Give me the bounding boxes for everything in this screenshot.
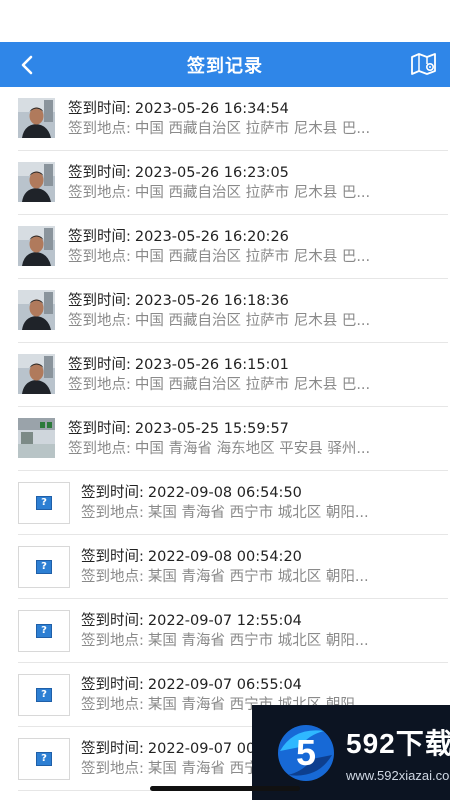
photo-thumbnail[interactable] — [18, 290, 55, 330]
time-value: 2023-05-26 16:18:36 — [134, 293, 289, 309]
place-label: 签到地点: — [81, 633, 144, 649]
page-title: 签到记录 — [187, 55, 263, 77]
checkin-time: 签到时间: 2023-05-26 16:34:54 — [68, 99, 448, 119]
map-pin-icon — [411, 53, 436, 75]
brand-name: 592下载 — [346, 728, 450, 759]
checkin-time: 签到时间: 2022-09-07 06:55:04 — [81, 675, 448, 695]
list-item[interactable]: 签到时间: 2023-05-26 16:20:26 签到地点: 中国 西藏自治区 拉萨… — [18, 215, 448, 279]
place-label: 签到地点: — [81, 761, 144, 777]
time-label: 签到时间: — [68, 293, 131, 309]
place-value: 中国 西藏自治区 拉萨市 尼木县 巴... — [134, 313, 371, 329]
place-value: 中国 西藏自治区 拉萨市 尼木县 巴... — [134, 121, 371, 137]
brand-logo: 5 — [274, 721, 338, 785]
checkin-place: 签到地点:某国 青海省 西宁市 城北区 朝阳... — [81, 503, 448, 523]
place-value: 某国 青海省 西宁市 城北区 朝阳... — [147, 505, 369, 521]
missing-image-icon: ? — [18, 610, 70, 652]
place-value: 中国 西藏自治区 拉萨市 尼木县 巴... — [134, 249, 371, 265]
place-label: 签到地点: — [68, 313, 131, 329]
photo-thumbnail[interactable] — [18, 226, 55, 266]
checkin-time: 签到时间: 2023-05-25 15:59:57 — [68, 419, 448, 439]
place-label: 签到地点: — [81, 505, 144, 521]
place-value: 中国 西藏自治区 拉萨市 尼木县 巴... — [134, 377, 371, 393]
place-value: 中国 青海省 海东地区 平安县 驿州... — [134, 441, 371, 457]
time-label: 签到时间: — [81, 613, 144, 629]
time-label: 签到时间: — [68, 421, 131, 437]
photo-thumbnail[interactable] — [18, 162, 55, 202]
checkin-place: 签到地点: 中国 西藏自治区 拉萨市 尼木县 巴... — [68, 183, 448, 203]
place-label: 签到地点: — [68, 377, 131, 393]
time-label: 签到时间: — [81, 741, 144, 757]
map-button[interactable] — [410, 51, 438, 77]
missing-image-icon: ? — [18, 546, 70, 588]
list-item[interactable]: 签到时间: 2023-05-26 16:34:54 签到地点: 中国 西藏自治区 拉萨… — [18, 87, 448, 151]
list-item[interactable]: ? 签到时间: 2022-09-08 00:54:20 签到地点: 某国 青海省 西宁市… — [18, 535, 448, 599]
time-value: 2022-09-08 00:54:20 — [147, 549, 302, 565]
time-label: 签到时间: — [81, 485, 144, 501]
checkin-place: 签到地点:某国 青海省 西宁市 城北区 朝阳... — [81, 567, 448, 587]
time-value: 2022-09-07 12:55:04 — [147, 613, 302, 629]
time-value: 2023-05-26 16:20:26 — [134, 229, 289, 245]
time-label: 签到时间: — [68, 229, 131, 245]
chevron-left-icon — [21, 55, 33, 75]
checkin-place: 签到地点:某国 青海省 西宁市 城北区 朝阳... — [81, 631, 448, 651]
back-button[interactable] — [14, 52, 40, 78]
time-label: 签到时间: — [81, 677, 144, 693]
nav-bar: 签到记录 — [0, 42, 450, 87]
place-label: 签到地点: — [68, 121, 131, 137]
photo-thumbnail[interactable] — [18, 418, 55, 458]
checkin-time: 签到时间: 2023-05-26 16:18:36 — [68, 291, 448, 311]
missing-image-icon: ? — [18, 482, 70, 524]
home-indicator — [150, 786, 300, 791]
checkin-time: 签到时间: 2022-09-08 06:54:50 — [81, 483, 448, 503]
list-item[interactable]: 签到时间: 2023-05-26 16:23:05 签到地点: 中国 西藏自治区 拉萨… — [18, 151, 448, 215]
list-item[interactable]: ? 签到时间: 2022-09-07 12:55:04 签到地点: 某国 青海省 西宁市… — [18, 599, 448, 663]
checkin-time: 签到时间: 2022-09-08 00:54:20 — [81, 547, 448, 567]
checkin-time: 签到时间: 2023-05-26 16:20:26 — [68, 227, 448, 247]
checkin-time: 签到时间: 2022-09-07 12:55:04 — [81, 611, 448, 631]
place-value: 某国 青海省 西宁市 城北区 朝阳... — [147, 569, 369, 585]
time-label: 签到时间: — [68, 165, 131, 181]
list-item[interactable]: ? 签到时间: 2022-09-08 06:54:50 签到地点: 某国 青海省 西宁市… — [18, 471, 448, 535]
time-value: 2023-05-26 16:15:01 — [134, 357, 289, 373]
photo-thumbnail[interactable] — [18, 354, 55, 394]
checkin-place: 签到地点: 中国 西藏自治区 拉萨市 尼木县 巴... — [68, 375, 448, 395]
missing-image-icon: ? — [18, 674, 70, 716]
checkin-time: 签到时间: 2023-05-26 16:15:01 — [68, 355, 448, 375]
checkin-time: 签到时间: 2023-05-26 16:23:05 — [68, 163, 448, 183]
place-label: 签到地点: — [81, 697, 144, 713]
place-label: 签到地点: — [81, 569, 144, 585]
time-label: 签到时间: — [68, 101, 131, 117]
brand-logo-glyph: 5 — [295, 731, 317, 773]
place-label: 签到地点: — [68, 249, 131, 265]
time-value: 2023-05-25 15:59:57 — [134, 421, 289, 437]
place-label: 签到地点: — [68, 185, 131, 201]
time-value: 2022-09-08 06:54:50 — [147, 485, 302, 501]
place-value: 某国 青海省 西宁市 城北区 朝阳... — [147, 633, 369, 649]
checkin-place: 签到地点: 中国 青海省 海东地区 平安县 驿州... — [68, 439, 448, 459]
missing-image-icon: ? — [18, 738, 70, 780]
photo-thumbnail[interactable] — [18, 98, 55, 138]
place-value: 中国 西藏自治区 拉萨市 尼木县 巴... — [134, 185, 371, 201]
list-item[interactable]: 签到时间: 2023-05-26 16:18:36 签到地点: 中国 西藏自治区 拉萨… — [18, 279, 448, 343]
checkin-place: 签到地点: 中国 西藏自治区 拉萨市 尼木县 巴... — [68, 247, 448, 267]
status-bar-area — [0, 0, 450, 42]
list-item[interactable]: 签到时间: 2023-05-26 16:15:01 签到地点: 中国 西藏自治区 拉萨… — [18, 343, 448, 407]
list-item[interactable]: 签到时间: 2023-05-25 15:59:57 签到地点: 中国 青海省 海东地区… — [18, 407, 448, 471]
time-value: 2023-05-26 16:23:05 — [134, 165, 289, 181]
checkin-place: 签到地点: 中国 西藏自治区 拉萨市 尼木县 巴... — [68, 119, 448, 139]
time-value: 2022-09-07 06:55:04 — [147, 677, 302, 693]
time-label: 签到时间: — [68, 357, 131, 373]
record-list[interactable]: 签到时间: 2023-05-26 16:34:54 签到地点: 中国 西藏自治区 拉萨… — [0, 87, 450, 800]
time-value: 2023-05-26 16:34:54 — [134, 101, 289, 117]
checkin-place: 签到地点: 中国 西藏自治区 拉萨市 尼木县 巴... — [68, 311, 448, 331]
brand-url: www.592xiazai.com — [346, 768, 450, 783]
time-label: 签到时间: — [81, 549, 144, 565]
place-label: 签到地点: — [68, 441, 131, 457]
